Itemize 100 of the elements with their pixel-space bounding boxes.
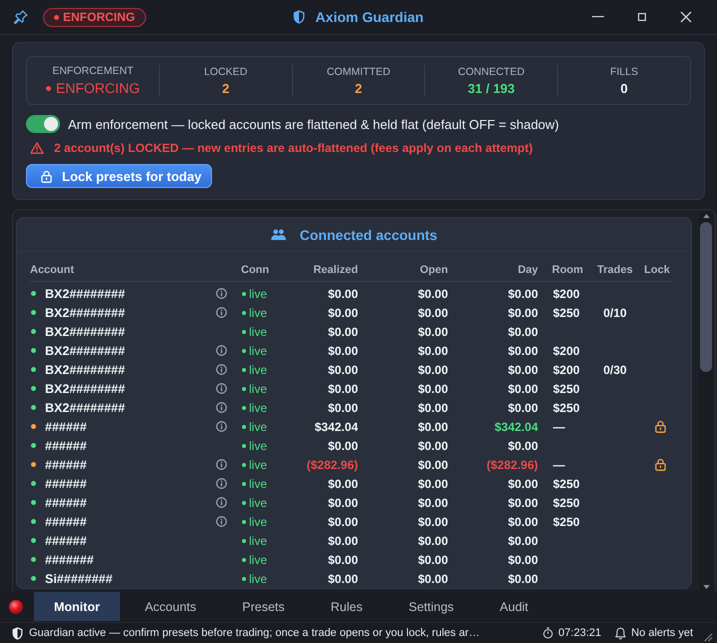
connection-status: live [249, 344, 268, 358]
connection-dot-icon [242, 520, 246, 524]
enforcement-toggle[interactable] [26, 115, 60, 133]
column-header: Account [30, 264, 75, 276]
close-icon [680, 11, 692, 23]
stopwatch-icon [543, 627, 554, 639]
room-value: $250 [553, 382, 580, 396]
connection-dot-icon [242, 424, 246, 428]
connection-status: live [249, 514, 268, 528]
connection-status: live [249, 552, 268, 566]
nav-tab[interactable]: Audit [478, 592, 550, 621]
room-value: $200 [553, 286, 580, 300]
connection-status: live [249, 362, 268, 376]
connection-dot-icon [242, 500, 246, 504]
open-value: $0.00 [418, 344, 448, 358]
trades-value: 0/30 [603, 362, 627, 376]
scrollbar-track[interactable] [699, 212, 713, 591]
realized-value: $0.00 [328, 572, 358, 586]
nav-tab[interactable]: Accounts [124, 592, 218, 621]
room-value: $250 [553, 496, 580, 510]
stat-value: 0 [620, 80, 628, 96]
day-value: $0.00 [508, 400, 538, 414]
open-value: $0.00 [418, 362, 448, 376]
account-name: ###### [45, 514, 87, 528]
realized-value: $0.00 [328, 286, 358, 300]
open-value: $0.00 [418, 496, 448, 510]
connection-dot-icon [242, 558, 246, 562]
realized-value: $0.00 [328, 306, 358, 320]
room-value: $200 [553, 344, 580, 358]
day-value: $0.00 [508, 344, 538, 358]
connection-dot-icon [242, 406, 246, 410]
day-value: ($282.96) [486, 458, 538, 472]
maximize-icon [638, 13, 646, 21]
connection-status: live [249, 438, 268, 452]
account-name: ####### [45, 552, 94, 566]
toggle-label: Arm enforcement — locked accounts are flattened & held flat (default OFF = shadow) [68, 116, 559, 132]
realized-value: $0.00 [328, 362, 358, 376]
day-value: $0.00 [508, 438, 538, 452]
connection-dot-icon [242, 444, 246, 448]
open-value: $0.00 [418, 476, 448, 490]
connection-dot-icon [242, 482, 246, 486]
realized-value: $0.00 [328, 552, 358, 566]
nav-tab[interactable]: Settings [388, 592, 475, 621]
connection-status: live [249, 382, 268, 396]
connection-dot-icon [242, 348, 246, 352]
open-value: $0.00 [418, 458, 448, 472]
connection-status: live [249, 306, 268, 320]
pin-icon [14, 10, 28, 24]
lock-icon [41, 170, 52, 182]
scroll-down-icon[interactable] [702, 585, 710, 589]
people-icon [270, 229, 286, 240]
room-value: $250 [553, 476, 580, 490]
scroll-up-icon[interactable] [702, 214, 710, 218]
connection-status: live [249, 286, 268, 300]
realized-value: $0.00 [328, 496, 358, 510]
realized-value: $0.00 [328, 534, 358, 548]
status-label: ENFORCING [63, 10, 135, 24]
connection-status: live [249, 324, 268, 338]
account-name: BX2######## [45, 324, 125, 338]
connection-dot-icon [242, 292, 246, 296]
pin-button[interactable] [13, 9, 29, 25]
connection-dot-icon [242, 330, 246, 334]
realized-value: ($282.96) [306, 458, 358, 472]
room-value: $200 [553, 362, 580, 376]
account-name: BX2######## [45, 362, 125, 376]
minimize-icon [592, 16, 604, 18]
shield-icon [293, 10, 306, 24]
connection-dot-icon [242, 462, 246, 466]
connection-status: live [249, 496, 268, 510]
column-header: Lock [643, 264, 671, 276]
status-dot-icon [54, 14, 59, 20]
open-value: $0.00 [418, 324, 448, 338]
account-name: ###### [45, 458, 87, 472]
open-value: $0.00 [418, 382, 448, 396]
realized-value: $0.00 [328, 476, 358, 490]
nav-tab[interactable]: Presets [221, 592, 306, 621]
realized-value: $0.00 [328, 382, 358, 396]
stat-label: LOCKED [204, 66, 248, 78]
lock-presets-button[interactable]: Lock presets for today [26, 164, 212, 188]
nav-tab[interactable]: Rules [310, 592, 384, 621]
connection-dot-icon [242, 310, 246, 314]
connection-status: live [249, 400, 268, 414]
account-name: ###### [45, 496, 87, 510]
connection-status: live [249, 572, 268, 586]
room-value: — [553, 420, 565, 434]
account-name: ###### [45, 438, 87, 452]
nav-tab[interactable]: Monitor [34, 592, 120, 621]
stat-label: COMMITTED [326, 66, 390, 78]
resize-grip-icon[interactable] [702, 631, 713, 642]
realized-value: $0.00 [328, 344, 358, 358]
day-value: $0.00 [508, 382, 538, 396]
bell-icon [615, 626, 626, 640]
account-name: BX2######## [45, 382, 125, 396]
day-value: $0.00 [508, 324, 538, 338]
locked-warning: 2 account(s) LOCKED — new entries are auto-flattened (fees apply on each attempt) [54, 141, 533, 155]
scrollbar-thumb[interactable] [700, 222, 712, 372]
account-name: ###### [45, 420, 87, 434]
stat-value: 31 / 193 [468, 80, 515, 96]
open-value: $0.00 [418, 420, 448, 434]
room-value: $250 [553, 514, 580, 528]
